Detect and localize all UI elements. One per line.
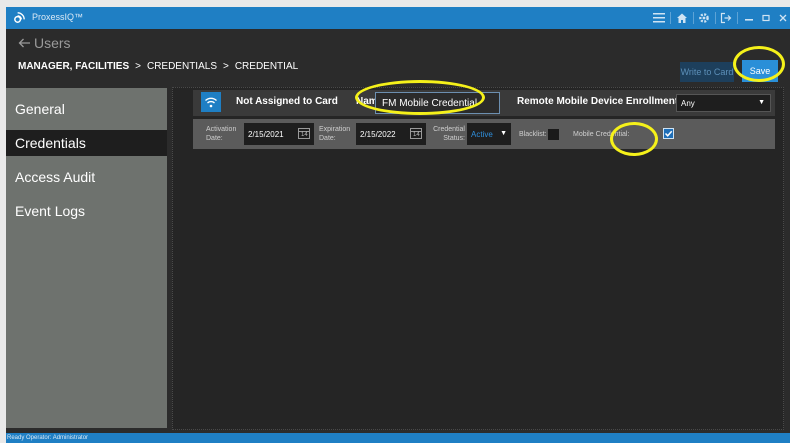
gear-icon[interactable] <box>697 11 711 25</box>
back-link[interactable]: Users <box>18 35 71 51</box>
sidebar-item-access-audit[interactable]: Access Audit <box>6 164 167 190</box>
expiration-date-field[interactable]: 2/15/2022 14 <box>356 123 426 145</box>
minimize-icon[interactable] <box>742 11 756 25</box>
breadcrumb-separator: > <box>222 61 229 72</box>
titlebar-divider <box>737 12 738 24</box>
sidebar: General Credentials Access Audit Event L… <box>6 88 167 428</box>
mobile-credential-label: Mobile Credential: <box>573 131 630 138</box>
activation-date-field[interactable]: 2/15/2021 14 <box>244 123 314 145</box>
breadcrumb: MANAGER, FACILITIES > CREDENTIALS > CREDENTI… <box>18 61 298 72</box>
chevron-down-icon: ▼ <box>500 130 507 137</box>
blacklist-checkbox[interactable] <box>548 129 559 140</box>
mobile-credential-checkbox[interactable] <box>663 128 674 139</box>
activation-date-value: 2/15/2021 <box>248 129 284 139</box>
credential-status-select[interactable]: Active ▼ <box>467 123 511 145</box>
breadcrumb-item-credentials[interactable]: CREDENTIALS <box>147 61 217 72</box>
title-bar: ProxessIQ™ <box>6 7 790 29</box>
back-arrow-icon <box>18 38 30 48</box>
page-header: Users MANAGER, FACILITIES > CREDENTIALS > CR… <box>6 29 790 82</box>
enrollment-label: Remote Mobile Device Enrollment <box>517 96 679 107</box>
chevron-down-icon: ▼ <box>758 99 765 106</box>
titlebar-divider <box>670 12 671 24</box>
write-to-card-button[interactable]: Write to Card <box>680 62 734 82</box>
expiration-date-label: Expiration Date: <box>319 126 351 142</box>
wifi-icon <box>201 92 221 112</box>
credential-details-row: Activation Date: 2/15/2021 14 Expiration D… <box>193 119 775 149</box>
calendar-icon[interactable]: 14 <box>410 128 422 139</box>
sidebar-item-event-logs[interactable]: Event Logs <box>6 198 167 224</box>
checkmark-icon <box>664 130 673 137</box>
activation-date-label: Activation Date: <box>206 126 237 142</box>
blacklist-label: Blacklist: <box>519 131 547 138</box>
enrollment-value: Any <box>681 98 695 108</box>
app-window: ProxessIQ™ Users MANAGER, FACILITIES > C… <box>6 7 790 443</box>
home-icon[interactable] <box>675 11 689 25</box>
menu-icon[interactable] <box>652 11 666 25</box>
sidebar-item-general[interactable]: General <box>6 96 167 122</box>
calendar-icon[interactable]: 14 <box>298 128 310 139</box>
app-title: ProxessIQ™ <box>32 12 84 22</box>
status-bar: Ready Operator: Administrator <box>6 433 790 443</box>
titlebar-divider <box>715 12 716 24</box>
credential-status-value: Active <box>471 129 493 139</box>
maximize-icon[interactable] <box>759 11 773 25</box>
credential-name-input[interactable]: FM Mobile Credential <box>375 92 500 114</box>
back-label: Users <box>34 35 71 51</box>
breadcrumb-separator: > <box>135 61 141 72</box>
sidebar-item-credentials[interactable]: Credentials <box>6 130 167 156</box>
credential-panel: Not Assigned to Card Name FM Mobile Cred… <box>172 87 784 430</box>
card-assignment-status: Not Assigned to Card <box>236 96 338 107</box>
credential-status-label: Credential Status: <box>433 126 465 142</box>
enrollment-select[interactable]: Any ▼ <box>676 94 771 112</box>
expiration-date-value: 2/15/2022 <box>360 129 396 139</box>
titlebar-divider <box>693 12 694 24</box>
credential-header-row: Not Assigned to Card Name FM Mobile Cred… <box>193 90 775 116</box>
breadcrumb-item-credential: CREDENTIAL <box>234 61 299 72</box>
save-button[interactable]: Save <box>742 60 778 82</box>
logout-icon[interactable] <box>719 11 733 25</box>
app-logo-icon <box>14 12 25 23</box>
close-icon[interactable] <box>776 11 790 25</box>
breadcrumb-item-root[interactable]: MANAGER, FACILITIES <box>18 61 129 72</box>
